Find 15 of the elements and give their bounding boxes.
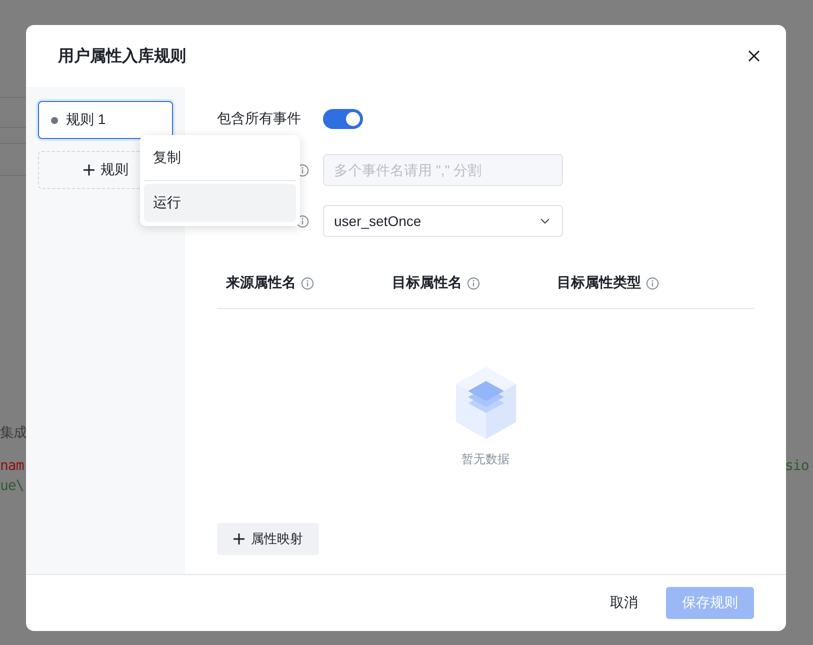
rule-item[interactable]: 规则 1 [38, 101, 173, 139]
background-text: nam [0, 458, 24, 474]
background-text: sio [785, 458, 809, 474]
column-header: 目标属性名 [392, 274, 462, 292]
cancel-button[interactable]: 取消 [594, 587, 654, 619]
empty-text: 暂无数据 [462, 450, 510, 468]
background-text: ue\ [0, 478, 24, 494]
dialog-title: 用户属性入库规则 [58, 46, 186, 66]
event-input-field[interactable]: 多个事件名请用 "," 分割 [323, 154, 563, 186]
operation-select[interactable]: user_setOnce [323, 205, 563, 237]
column-header: 来源属性名 [226, 274, 296, 292]
field-label: 包含所有事件 [217, 110, 301, 128]
column-header: 目标属性类型 [557, 274, 641, 292]
add-mapping-button[interactable]: 属性映射 [217, 523, 319, 555]
menu-item[interactable]: 运行 [144, 184, 296, 222]
